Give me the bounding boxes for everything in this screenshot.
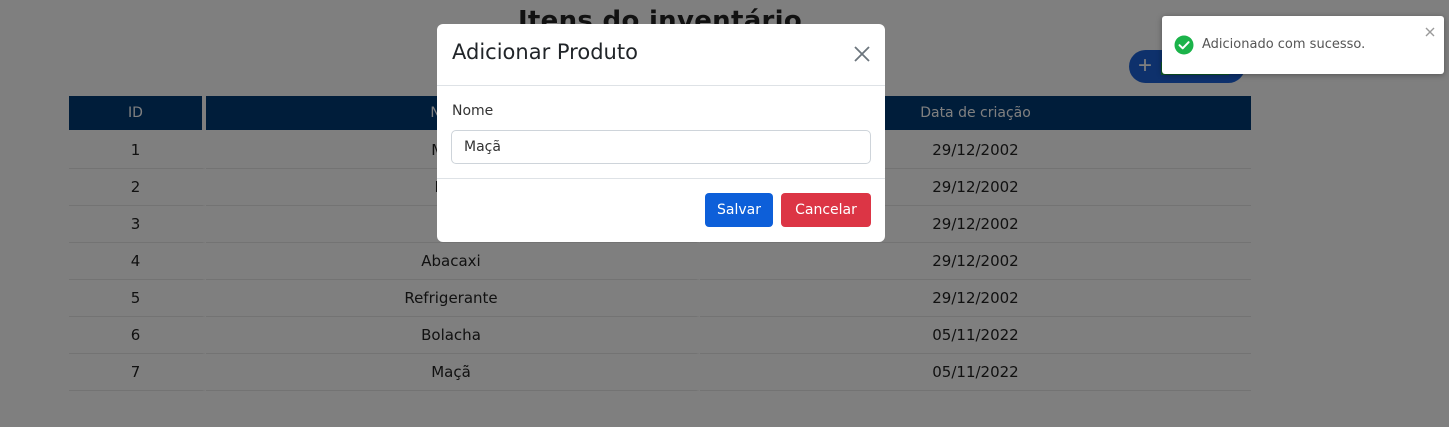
name-field-label: Nome — [452, 103, 494, 119]
cancel-button[interactable]: Cancelar — [781, 193, 871, 227]
modal-close-button[interactable] — [851, 43, 873, 65]
close-icon — [854, 46, 870, 62]
modal-header: Adicionar Produto — [437, 24, 885, 86]
toast-message: Adicionado com sucesso. — [1202, 37, 1366, 52]
close-icon — [1425, 27, 1435, 37]
name-input[interactable] — [451, 130, 871, 164]
modal-body: Nome — [437, 86, 885, 179]
toast-close-button[interactable] — [1423, 25, 1437, 39]
modal-title: Adicionar Produto — [452, 40, 638, 64]
modal-footer: Salvar Cancelar — [437, 179, 885, 242]
success-toast: Adicionado com sucesso. — [1162, 16, 1444, 74]
add-product-modal: Adicionar Produto Nome Salvar Cancelar — [437, 24, 885, 242]
check-circle-icon — [1174, 35, 1194, 55]
save-button[interactable]: Salvar — [705, 193, 773, 227]
